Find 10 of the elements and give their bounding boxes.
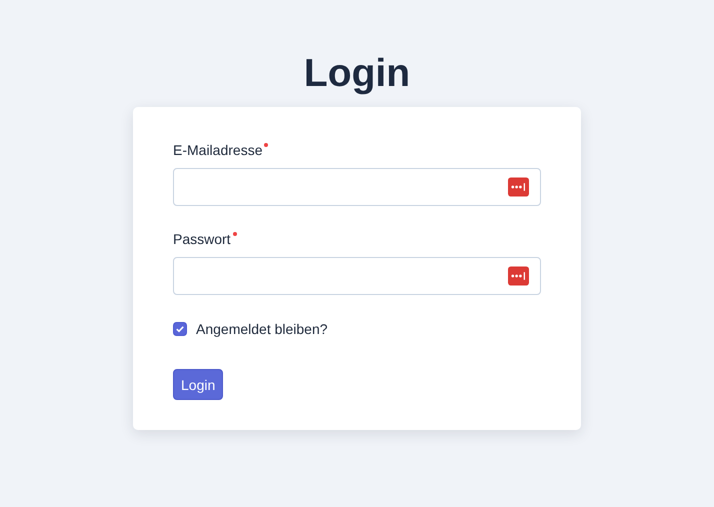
field-label: Passwort [173,230,231,248]
password-manager-icon[interactable] [508,177,529,197]
checkbox[interactable] [173,322,187,336]
login-button[interactable]: Login [173,369,224,400]
input-field[interactable] [173,168,541,206]
password-manager-icon[interactable] [508,266,529,286]
field-label: E-Mailadresse [173,141,262,159]
input-field[interactable] [173,257,541,295]
page-title: Login [304,51,410,97]
checkbox-label: Angemeldet bleiben? [196,321,328,337]
